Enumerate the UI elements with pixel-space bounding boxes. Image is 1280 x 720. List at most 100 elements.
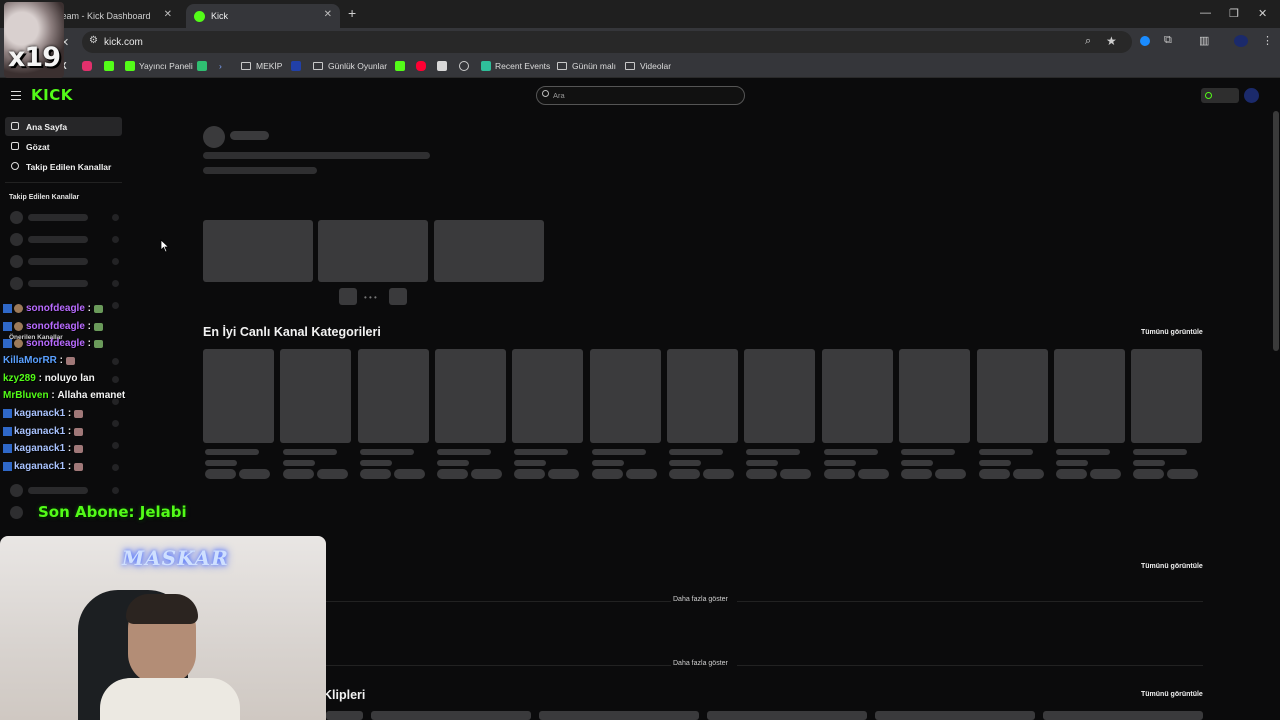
- channel-skeleton-bar: [28, 280, 88, 287]
- restore-icon[interactable]: ❐: [1229, 7, 1239, 20]
- category-card[interactable]: [1131, 349, 1202, 443]
- profile-avatar-icon[interactable]: [1234, 35, 1248, 47]
- blue-app-icon: [291, 61, 301, 71]
- bookmark-image[interactable]: [437, 61, 451, 71]
- featured-name-skeleton: [230, 131, 269, 140]
- see-all-link[interactable]: Tümünü görüntüle: [1141, 329, 1203, 336]
- emote-icon: [94, 339, 104, 348]
- clip-card-skeleton[interactable]: [539, 711, 699, 720]
- nav-home[interactable]: Ana Sayfa: [5, 117, 122, 136]
- category-card[interactable]: [899, 349, 970, 443]
- extension-icon[interactable]: [1140, 36, 1150, 46]
- close-icon[interactable]: ✕: [164, 9, 172, 20]
- bookmark-globe[interactable]: [459, 61, 473, 71]
- clip-card-skeleton[interactable]: [875, 711, 1035, 720]
- status-icon: [1205, 92, 1212, 99]
- bookmark-kick-2[interactable]: [395, 61, 409, 71]
- category-card[interactable]: [203, 349, 274, 443]
- chat-username: KillaMorRR: [3, 355, 57, 366]
- chat-username: kaganack1: [14, 461, 66, 472]
- carousel-prev-button[interactable]: [339, 288, 357, 305]
- clip-card-skeleton[interactable]: [371, 711, 531, 720]
- extensions-puzzle-icon[interactable]: ⧉: [1164, 34, 1172, 47]
- close-icon[interactable]: ✕: [324, 9, 332, 20]
- tab-title: Kick: [211, 11, 229, 21]
- browse-icon: [11, 142, 19, 150]
- category-viewers-skeleton: [824, 460, 856, 466]
- last-subscriber-label: Son Abone: Jelabi: [38, 503, 187, 521]
- bookmark-gunun-mali[interactable]: Günün malı: [557, 61, 616, 71]
- category-card[interactable]: [512, 349, 583, 443]
- chat-message: sonofdeagle :: [3, 303, 104, 314]
- zoom-icon[interactable]: ⌕: [1085, 35, 1091, 48]
- category-card[interactable]: [280, 349, 351, 443]
- clip-card-skeleton[interactable]: [326, 711, 363, 720]
- search-input[interactable]: Ara: [536, 86, 745, 105]
- category-name-skeleton: [283, 449, 337, 455]
- category-card[interactable]: [1054, 349, 1125, 443]
- nav-browse[interactable]: Gözat: [5, 137, 122, 156]
- category-tag-skeleton: [394, 469, 425, 479]
- bookmark-instagram[interactable]: [82, 61, 96, 71]
- category-tag-skeleton: [437, 469, 468, 479]
- bookmark-youtube[interactable]: [416, 61, 430, 71]
- carousel-card-skeleton[interactable]: [434, 220, 544, 282]
- bookmark-recent-events[interactable]: Recent Events: [481, 61, 550, 71]
- see-all-link[interactable]: Tümünü görüntüle: [1141, 691, 1203, 698]
- category-card[interactable]: [435, 349, 506, 443]
- chat-badge-icon: [3, 322, 12, 331]
- webcam-neon-sign: MASKAR: [122, 546, 229, 570]
- site-info-icon[interactable]: ⚙: [89, 35, 98, 46]
- side-panel-icon[interactable]: ▥: [1199, 34, 1209, 47]
- chat-username: kaganack1: [14, 443, 66, 454]
- kick-icon: [125, 61, 135, 71]
- category-name-skeleton: [901, 449, 955, 455]
- kick-logo[interactable]: KICK: [31, 86, 73, 104]
- carousel-card-skeleton[interactable]: [318, 220, 428, 282]
- channel-skeleton-bar: [28, 236, 88, 243]
- nav-following[interactable]: Takip Edilen Kanallar: [5, 157, 122, 176]
- category-name-skeleton: [669, 449, 723, 455]
- carousel-card-skeleton[interactable]: [203, 220, 313, 282]
- browser-menu-icon[interactable]: ⋮: [1262, 34, 1273, 47]
- show-more-button[interactable]: Daha fazla göster: [673, 660, 728, 667]
- minimize-icon[interactable]: —: [1200, 7, 1211, 19]
- bookmark-kick[interactable]: [104, 61, 118, 71]
- bookmark-mekip[interactable]: MEKİP: [241, 61, 282, 71]
- category-card[interactable]: [744, 349, 815, 443]
- emote-icon: [74, 409, 84, 418]
- bookmark-yayinci-paneli[interactable]: Yayıncı Paneli: [125, 61, 193, 71]
- divider: [326, 665, 671, 666]
- see-all-link[interactable]: Tümünü görüntüle: [1141, 563, 1203, 570]
- page-scrollbar[interactable]: [1273, 111, 1279, 351]
- close-window-icon[interactable]: ✕: [1258, 7, 1267, 20]
- category-card[interactable]: [667, 349, 738, 443]
- tab-kick[interactable]: Kick ✕: [186, 4, 340, 28]
- menu-icon[interactable]: [11, 91, 21, 100]
- category-card[interactable]: [358, 349, 429, 443]
- carousel-next-button[interactable]: [389, 288, 407, 305]
- category-viewers-skeleton: [514, 460, 546, 466]
- chat-message: kaganack1 :: [3, 426, 84, 437]
- category-card[interactable]: [590, 349, 661, 443]
- chat-avatar-icon: [14, 339, 23, 348]
- kick-icon: [395, 61, 405, 71]
- clip-card-skeleton[interactable]: [1043, 711, 1203, 720]
- bookmark-star-icon[interactable]: ★: [1106, 34, 1117, 48]
- category-card[interactable]: [822, 349, 893, 443]
- show-more-button[interactable]: Daha fazla göster: [673, 596, 728, 603]
- category-tag-skeleton: [239, 469, 270, 479]
- address-bar[interactable]: [82, 31, 1132, 53]
- channel-skeleton-dot: [112, 258, 119, 265]
- bookmark-videolar[interactable]: Videolar: [625, 61, 671, 71]
- bookmark-gunluk-oyunlar[interactable]: Günlük Oyunlar: [313, 61, 387, 71]
- new-tab-button[interactable]: +: [348, 5, 356, 21]
- featured-subtitle-skeleton: [203, 167, 317, 174]
- bookmark-blue-app[interactable]: [291, 61, 305, 71]
- bookmark-arrow-app[interactable]: ›: [219, 61, 222, 71]
- clip-card-skeleton[interactable]: [707, 711, 867, 720]
- avatar[interactable]: [1244, 88, 1259, 103]
- category-card[interactable]: [977, 349, 1048, 443]
- bookmark-green-app[interactable]: [197, 61, 211, 71]
- category-tag-skeleton: [935, 469, 966, 479]
